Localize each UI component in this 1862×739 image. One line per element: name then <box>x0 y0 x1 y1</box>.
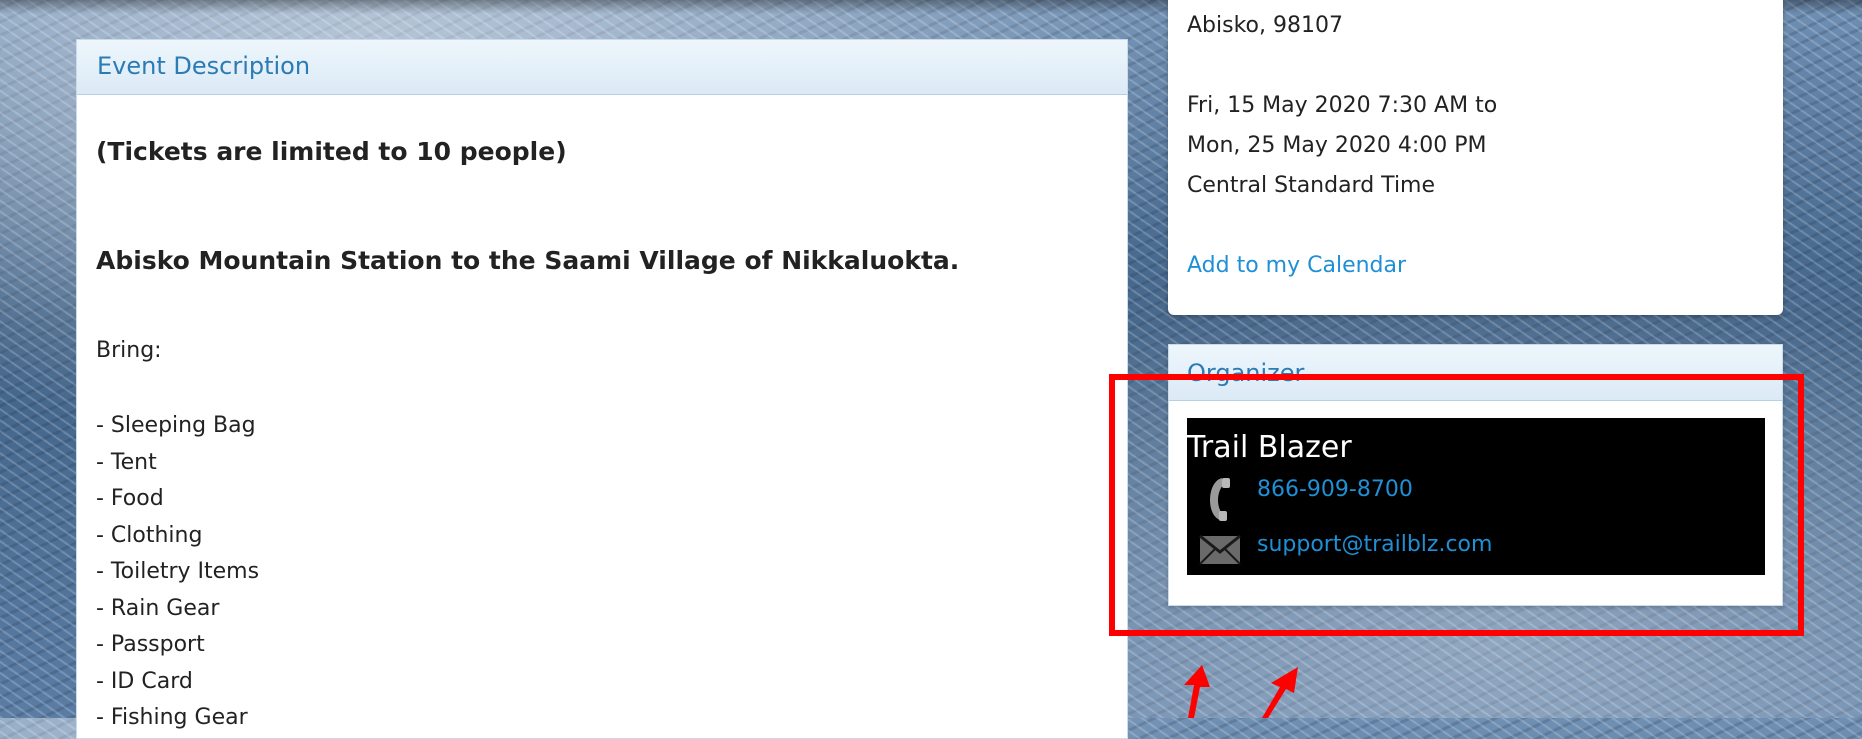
ticket-limit-text: (Tickets are limited to 10 people) <box>96 137 567 166</box>
highlight-box <box>1109 374 1804 636</box>
event-description-panel: Event Description (Tickets are limited t… <box>76 39 1128 739</box>
add-to-calendar-link[interactable]: Add to my Calendar <box>1187 253 1406 278</box>
list-item: - Food <box>96 486 164 511</box>
event-timezone: Central Standard Time <box>1187 173 1436 198</box>
route-text: Abisko Mountain Station to the Saami Vil… <box>96 246 960 275</box>
event-date-start: Fri, 15 May 2020 7:30 AM to <box>1187 93 1498 118</box>
list-item: - Tent <box>96 449 157 475</box>
list-item: - Toiletry Items <box>96 559 260 584</box>
list-item: - ID Card <box>96 668 193 694</box>
list-item: - Fishing Gear <box>96 705 248 730</box>
list-item: - Clothing <box>96 522 203 548</box>
list-item: - Rain Gear <box>96 595 220 621</box>
event-date-end: Mon, 25 May 2020 4:00 PM <box>1187 133 1487 158</box>
bring-label: Bring: <box>96 338 162 363</box>
annotation-arrows <box>1184 665 1298 718</box>
list-item: - Sleeping Bag <box>96 413 256 438</box>
event-location: Abisko, 98107 <box>1187 13 1343 38</box>
list-item: - Passport <box>96 632 205 657</box>
bring-list: - Sleeping Bag - Tent - Food - Clothing … <box>96 408 259 737</box>
event-description-header: Event Description <box>77 40 1127 95</box>
event-info-panel: Abisko, 98107 Fri, 15 May 2020 7:30 AM t… <box>1168 0 1783 315</box>
